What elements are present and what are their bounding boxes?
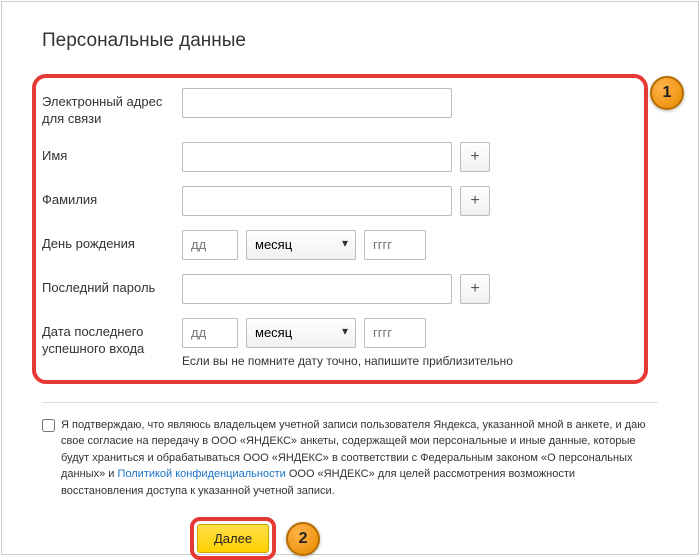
birthday-month-select[interactable]: месяц <box>246 230 356 260</box>
birthday-year-input[interactable] <box>364 230 426 260</box>
label-lastlogin: Дата последнего успешного входа <box>42 318 182 358</box>
page-title: Персональные данные <box>42 30 658 52</box>
label-email: Электронный адрес для связи <box>42 88 182 128</box>
label-lastpass: Последний пароль <box>42 274 182 297</box>
date-hint: Если вы не помните дату точно, напишите … <box>182 354 513 368</box>
label-lastname: Фамилия <box>42 186 182 209</box>
label-firstname: Имя <box>42 142 182 165</box>
lastlogin-day-input[interactable] <box>182 318 238 348</box>
lastpass-add-button[interactable]: + <box>460 274 490 304</box>
birthday-day-input[interactable] <box>182 230 238 260</box>
lastpass-input[interactable] <box>182 274 452 304</box>
lastname-add-button[interactable]: + <box>460 186 490 216</box>
consent-checkbox[interactable] <box>42 419 55 432</box>
privacy-link[interactable]: Политикой конфиденциальности <box>117 468 285 480</box>
label-birthday: День рождения <box>42 230 182 253</box>
form-highlight: 1 Электронный адрес для связи Имя + Фами… <box>32 74 648 384</box>
lastlogin-month-select[interactable]: месяц <box>246 318 356 348</box>
annotation-badge-2: 2 <box>286 522 320 556</box>
email-input[interactable] <box>182 88 452 118</box>
consent-text: Я подтверждаю, что являюсь владельцем уч… <box>61 417 658 500</box>
lastlogin-year-input[interactable] <box>364 318 426 348</box>
firstname-input[interactable] <box>182 142 452 172</box>
submit-button[interactable]: Далее <box>197 524 269 553</box>
submit-highlight: Далее <box>190 517 276 560</box>
annotation-badge-1: 1 <box>650 76 684 110</box>
firstname-add-button[interactable]: + <box>460 142 490 172</box>
lastname-input[interactable] <box>182 186 452 216</box>
